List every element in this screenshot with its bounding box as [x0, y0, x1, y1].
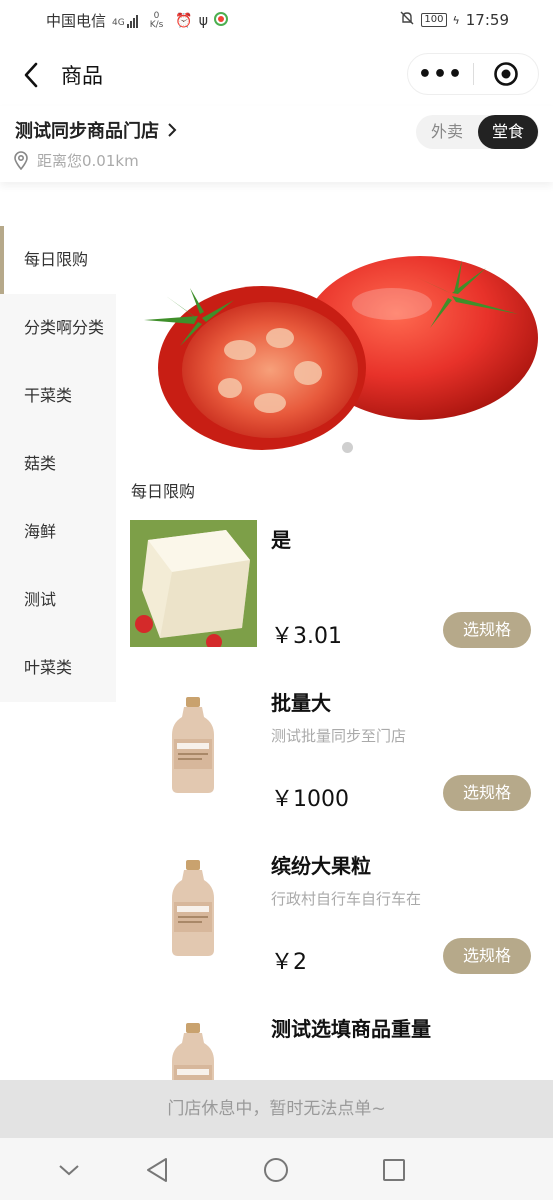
- product-price: ￥1000: [271, 787, 349, 812]
- product-name: 是: [271, 528, 291, 552]
- alarm-icon: ⏰: [175, 12, 193, 29]
- speed-unit: K/s: [149, 19, 164, 30]
- system-back-button[interactable]: [143, 1156, 171, 1184]
- category-sidebar: 每日限购 分类啊分类 干菜类 菇类 海鲜 测试 叶菜类: [0, 226, 116, 702]
- product-price: ￥2: [271, 950, 307, 975]
- category-item[interactable]: 每日限购: [0, 226, 116, 294]
- tomato-banner-image: [144, 256, 538, 450]
- category-item[interactable]: 干菜类: [0, 362, 116, 430]
- product-card[interactable]: 批量大 测试批量同步至门店 ￥1000 选规格: [130, 683, 540, 823]
- category-item[interactable]: 菇类: [0, 430, 116, 498]
- select-spec-button[interactable]: 选规格: [443, 775, 531, 811]
- store-name-link[interactable]: 测试同步商品门店: [15, 117, 177, 143]
- app-notification-icon: [214, 11, 229, 30]
- network-type: 4G: [112, 17, 125, 28]
- chevron-left-icon: [24, 62, 38, 88]
- product-name: 批量大: [271, 691, 331, 715]
- status-bar: 中国电信 4G 0 K/s ⏰ ψ 100 ϟ 17:59: [0, 0, 553, 42]
- system-recents-button[interactable]: [380, 1156, 408, 1184]
- mode-dine-in[interactable]: 堂食: [478, 115, 538, 149]
- product-image: [130, 683, 257, 810]
- status-left: 中国电信 4G 0 K/s ⏰ ψ: [46, 10, 229, 31]
- mode-takeout[interactable]: 外卖: [416, 115, 478, 149]
- banner-pagination-dot: [342, 442, 353, 453]
- chevron-right-icon: [168, 123, 177, 137]
- store-name: 测试同步商品门店: [15, 121, 159, 142]
- target-icon: [494, 62, 518, 86]
- category-item[interactable]: 海鲜: [0, 498, 116, 566]
- back-triangle-icon: [147, 1158, 167, 1182]
- battery-icon: 100: [421, 13, 447, 27]
- product-image: [130, 520, 257, 647]
- store-header: 测试同步商品门店 距离您0.01km 外卖 堂食: [0, 106, 553, 182]
- select-spec-button[interactable]: 选规格: [443, 938, 531, 974]
- android-nav-bar: [0, 1138, 553, 1200]
- more-button[interactable]: •••: [408, 62, 473, 87]
- miniapp-capsule: •••: [407, 53, 539, 95]
- system-home-button[interactable]: [262, 1156, 290, 1184]
- select-spec-button[interactable]: 选规格: [443, 612, 531, 648]
- bottle-image: [130, 683, 257, 810]
- product-description: 行政村自行车自行车在: [271, 890, 422, 908]
- product-card[interactable]: 是 ￥3.01 选规格: [130, 520, 540, 660]
- category-item[interactable]: 分类啊分类: [0, 294, 116, 362]
- nav-bar: 商品 •••: [0, 46, 553, 106]
- carrier-label: 中国电信: [46, 12, 107, 30]
- hide-nav-button[interactable]: [55, 1156, 83, 1184]
- home-circle-icon: [264, 1158, 288, 1182]
- charging-icon: ϟ: [452, 13, 460, 27]
- tofu-image: [130, 520, 257, 647]
- signal-icon: [126, 14, 138, 28]
- section-title: 每日限购: [131, 482, 196, 501]
- product-card[interactable]: 缤纷大果粒 行政村自行车自行车在 ￥2 选规格: [130, 846, 540, 986]
- store-distance: 距离您0.01km: [13, 150, 139, 171]
- speed-indicator: 0 K/s: [149, 11, 164, 30]
- network-indicator: 4G: [112, 14, 138, 28]
- app-screen: 中国电信 4G 0 K/s ⏰ ψ 100 ϟ 17:59 商品 ••• 测试同…: [0, 0, 553, 1200]
- product-price: ￥3.01: [271, 624, 342, 649]
- back-button[interactable]: [14, 58, 48, 92]
- category-item[interactable]: 叶菜类: [0, 634, 116, 702]
- clock: 17:59: [465, 11, 509, 29]
- product-name: 缤纷大果粒: [271, 854, 371, 878]
- product-image: [130, 846, 257, 973]
- page-title: 商品: [61, 64, 103, 88]
- distance-text: 距离您0.01km: [37, 152, 139, 170]
- close-miniapp-button[interactable]: [474, 61, 538, 87]
- mute-icon: [399, 10, 415, 30]
- category-item[interactable]: 测试: [0, 566, 116, 634]
- product-name: 测试选填商品重量: [271, 1017, 431, 1041]
- product-description: 测试批量同步至门店: [271, 727, 407, 745]
- promo-banner[interactable]: [130, 238, 540, 468]
- usb-icon: ψ: [198, 12, 209, 29]
- status-right: 100 ϟ 17:59: [399, 10, 509, 30]
- location-pin-icon: [14, 151, 28, 170]
- store-closed-notice: 门店休息中，暂时无法点单~: [0, 1080, 553, 1138]
- order-mode-toggle: 外卖 堂食: [416, 115, 539, 149]
- recents-square-icon: [383, 1159, 405, 1181]
- bottle-image: [130, 846, 257, 973]
- chevron-down-icon: [59, 1165, 79, 1176]
